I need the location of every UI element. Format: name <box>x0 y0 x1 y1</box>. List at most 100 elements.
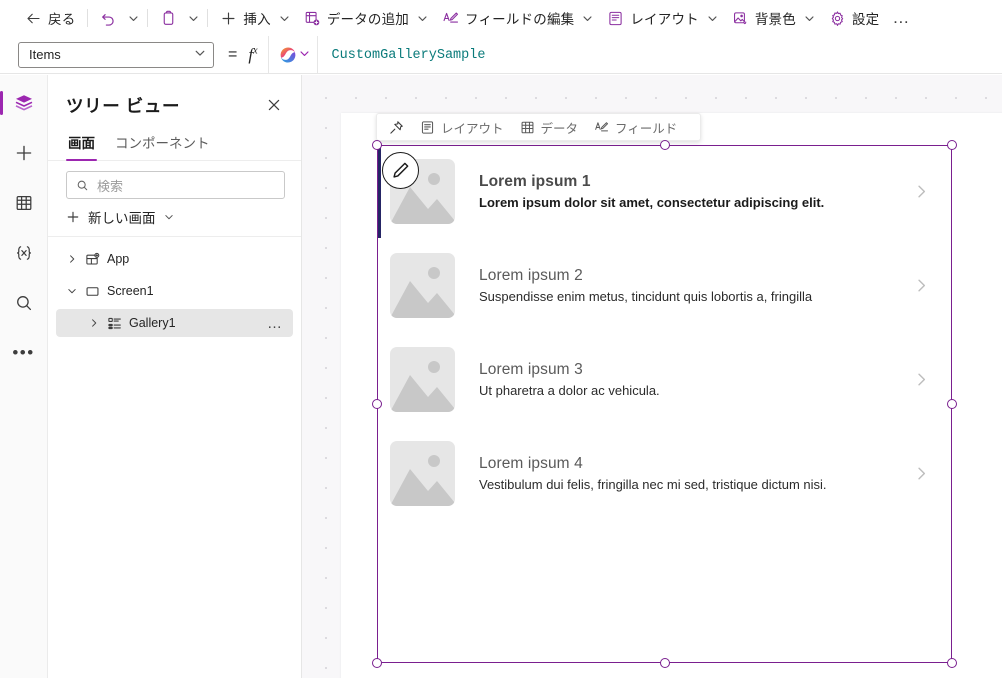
resize-handle-top-center[interactable] <box>660 140 670 150</box>
layout-button[interactable]: レイアウト <box>600 4 725 32</box>
item-selection-bar <box>377 145 381 238</box>
search-icon <box>14 293 34 313</box>
tree-search-row: 検索 <box>48 161 301 203</box>
background-color-label: 背景色 <box>754 12 796 27</box>
rail-item-variables[interactable] <box>4 233 44 273</box>
rail-item-more[interactable]: ••• <box>4 333 44 373</box>
settings-button[interactable]: 設定 <box>822 4 886 32</box>
paste-icon <box>160 10 177 27</box>
undo-dropdown-button[interactable] <box>124 5 142 31</box>
gallery-item[interactable]: Lorem ipsum 1 Lorem ipsum dolor sit amet… <box>377 145 952 238</box>
float-data-button[interactable]: データ <box>512 115 587 139</box>
divider <box>147 9 149 27</box>
resize-handle-bottom-center[interactable] <box>660 658 670 668</box>
layout-icon <box>420 120 435 135</box>
close-icon[interactable] <box>261 92 287 118</box>
pin-button[interactable] <box>381 115 412 139</box>
variables-icon <box>14 243 34 263</box>
screen-icon <box>85 284 100 299</box>
toolbar-overflow-button[interactable]: … <box>886 4 916 32</box>
resize-handle-bottom-right[interactable] <box>947 658 957 668</box>
tree-node-list: App Screen1 Gallery1 … <box>48 237 301 337</box>
edit-fields-icon <box>442 10 459 27</box>
resize-handle-middle-left[interactable] <box>372 399 382 409</box>
gallery-control[interactable]: Lorem ipsum 1 Lorem ipsum dolor sit amet… <box>377 145 952 663</box>
tree-node-overflow-button[interactable]: … <box>267 315 283 332</box>
chevron-down-icon <box>194 47 206 62</box>
tree-node-screen1[interactable]: Screen1 <box>56 277 293 305</box>
property-select-value: Items <box>29 47 61 62</box>
resize-handle-bottom-left[interactable] <box>372 658 382 668</box>
search-icon <box>76 179 89 192</box>
formula-expression: CustomGallerySample <box>331 47 486 63</box>
chevron-right-icon[interactable] <box>66 254 78 264</box>
tree-view-title: ツリー ビュー <box>66 95 181 116</box>
new-screen-button[interactable]: 新しい画面 <box>48 203 301 237</box>
float-fields-button[interactable]: フィールド <box>586 115 685 139</box>
item-subtitle: Suspendisse enim metus, tincidunt quis l… <box>479 289 813 304</box>
gear-icon <box>829 10 846 27</box>
chevron-right-icon[interactable] <box>913 183 930 200</box>
item-text: Lorem ipsum 4 Vestibulum dui felis, frin… <box>479 455 913 492</box>
formula-input[interactable]: CustomGallerySample <box>267 36 1002 74</box>
new-screen-label: 新しい画面 <box>88 211 156 226</box>
edit-fields-button[interactable]: フィールドの編集 <box>435 4 600 32</box>
item-subtitle: Lorem ipsum dolor sit amet, consectetur … <box>479 195 825 210</box>
copilot-button[interactable] <box>269 36 318 74</box>
chevron-right-icon[interactable] <box>913 277 930 294</box>
back-button[interactable]: 戻る <box>18 4 82 32</box>
chevron-down-icon <box>804 13 815 24</box>
fx-icon: fx <box>248 44 258 64</box>
tree-node-label: App <box>107 252 130 266</box>
undo-icon <box>100 10 117 27</box>
resize-handle-top-right[interactable] <box>947 140 957 150</box>
tab-screens[interactable]: 画面 <box>66 127 97 161</box>
insert-label: 挿入 <box>243 12 271 27</box>
chevron-right-icon[interactable] <box>913 465 930 482</box>
gallery-item[interactable]: Lorem ipsum 3 Ut pharetra a dolor ac veh… <box>377 333 952 426</box>
item-text: Lorem ipsum 1 Lorem ipsum dolor sit amet… <box>479 173 913 210</box>
tree-view-header: ツリー ビュー <box>48 75 301 118</box>
float-fields-label: フィールド <box>615 121 678 136</box>
data-icon <box>520 120 535 135</box>
rail-item-tree-view[interactable] <box>0 83 44 123</box>
settings-label: 設定 <box>851 12 880 27</box>
edit-item-badge[interactable] <box>382 152 419 189</box>
formula-bar: Items = fx CustomGallerySample <box>0 36 1002 74</box>
insert-button[interactable]: 挿入 <box>213 4 296 32</box>
background-color-button[interactable]: 背景色 <box>725 4 822 32</box>
chevron-down-icon <box>299 46 310 64</box>
tree-node-gallery1[interactable]: Gallery1 … <box>56 309 293 337</box>
chevron-right-icon[interactable] <box>913 371 930 388</box>
float-layout-button[interactable]: レイアウト <box>412 115 512 139</box>
resize-handle-top-left[interactable] <box>372 140 382 150</box>
rail-item-data[interactable] <box>4 183 44 223</box>
item-image-placeholder <box>390 441 455 506</box>
undo-button[interactable] <box>93 4 124 32</box>
search-input[interactable]: 検索 <box>66 171 285 199</box>
tab-components[interactable]: コンポーネント <box>113 127 212 160</box>
paste-dropdown-button[interactable] <box>184 5 202 31</box>
arrow-left-icon <box>25 10 42 27</box>
chevron-right-icon[interactable] <box>88 318 100 328</box>
tree-node-app[interactable]: App <box>56 245 293 273</box>
add-data-label: データの追加 <box>326 12 410 27</box>
layout-icon <box>607 10 624 27</box>
gallery-item[interactable]: Lorem ipsum 2 Suspendisse enim metus, ti… <box>377 239 952 332</box>
chevron-down-icon[interactable] <box>66 286 78 296</box>
rail-item-insert[interactable] <box>4 133 44 173</box>
add-data-icon <box>304 10 321 27</box>
pencil-icon <box>390 160 411 181</box>
paste-button[interactable] <box>153 4 184 32</box>
property-select[interactable]: Items <box>18 41 214 68</box>
rail-item-search[interactable] <box>4 283 44 323</box>
add-data-button[interactable]: データの追加 <box>297 4 435 32</box>
resize-handle-middle-right[interactable] <box>947 399 957 409</box>
chevron-down-icon <box>417 13 428 24</box>
edit-fields-label: フィールドの編集 <box>465 12 575 27</box>
background-color-icon <box>732 10 749 27</box>
item-title: Lorem ipsum 4 <box>479 455 583 472</box>
gallery-item[interactable]: Lorem ipsum 4 Vestibulum dui felis, frin… <box>377 427 952 520</box>
layers-icon <box>14 93 34 113</box>
divider <box>207 9 209 27</box>
